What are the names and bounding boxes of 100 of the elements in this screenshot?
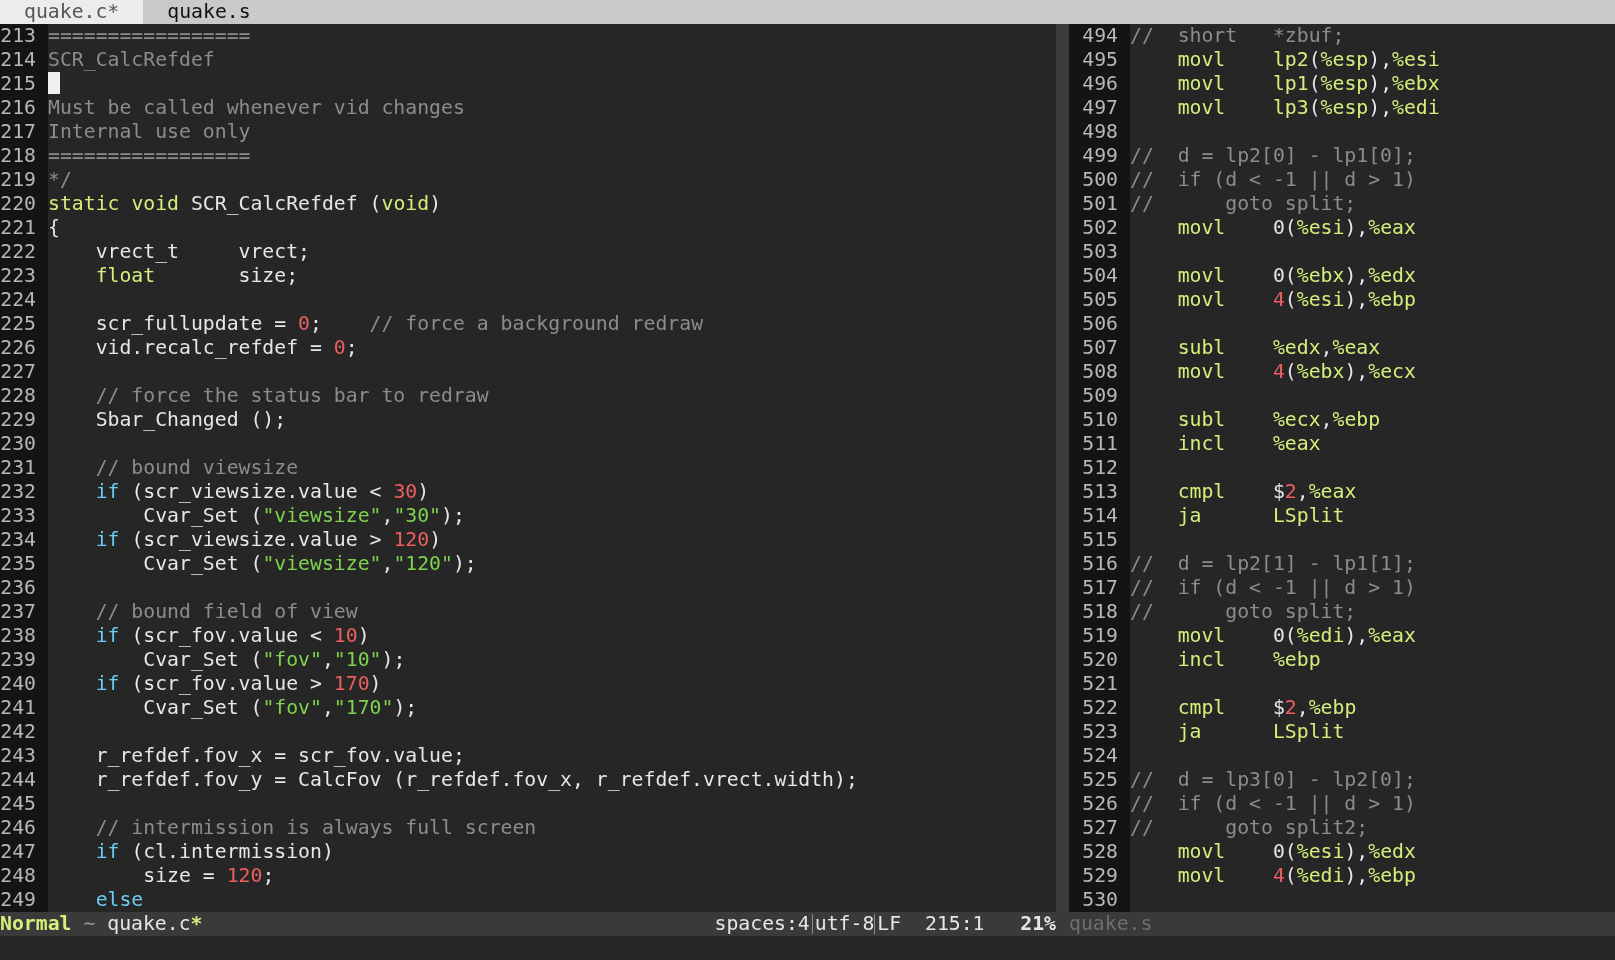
code-line: // bound field of view: [94, 600, 358, 624]
code-line: // force the status bar to redraw: [94, 384, 489, 408]
line-number: 508: [1069, 360, 1130, 384]
line-number: 222: [0, 240, 48, 264]
code-line: vid.recalc_refdef = 0;: [94, 336, 358, 360]
line-number: 227: [0, 360, 48, 384]
line-number: 511: [1069, 432, 1130, 456]
code-line: // d = lp2[0] - lp1[0];: [1130, 144, 1416, 168]
line-number: 229: [0, 408, 48, 432]
line-number: 242: [0, 720, 48, 744]
line-number: 518: [1069, 600, 1130, 624]
mode-indicator: Normal: [0, 912, 72, 936]
code-line: static void SCR_CalcRefdef (void): [48, 192, 442, 216]
line-number: 525: [1069, 768, 1130, 792]
code-line: subl %ecx,%ebp: [1176, 408, 1381, 432]
line-number: 233: [0, 504, 48, 528]
file-tab[interactable]: quake.s: [143, 0, 275, 24]
line-number: 236: [0, 576, 48, 600]
code-line: ja LSplit: [1176, 504, 1345, 528]
code-line: // bound viewsize: [94, 456, 299, 480]
code-line: movl lp1(%esp),%ebx: [1176, 72, 1440, 96]
line-number: 520: [1069, 648, 1130, 672]
line-number: 232: [0, 480, 48, 504]
code-line: movl lp3(%esp),%edi: [1176, 96, 1440, 120]
code-line: // goto split2;: [1130, 816, 1369, 840]
code-line: if (scr_fov.value > 170): [94, 672, 382, 696]
line-number: 506: [1069, 312, 1130, 336]
line-number: 502: [1069, 216, 1130, 240]
code-line: movl 4(%esi),%ebp: [1176, 288, 1416, 312]
line-number: 524: [1069, 744, 1130, 768]
code-line: // goto split;: [1130, 192, 1357, 216]
code-line: cmpl $2,%eax: [1176, 480, 1357, 504]
code-line: =================: [48, 144, 251, 168]
code-line: scr_fullupdate = 0; // force a background redraw: [94, 312, 704, 336]
line-number: 234: [0, 528, 48, 552]
line-number: 519: [1069, 624, 1130, 648]
code-line: movl 0(%ebx),%edx: [1176, 264, 1416, 288]
line-number: 223: [0, 264, 48, 288]
code-line: Must be called whenever vid changes: [48, 96, 465, 120]
line-number: 244: [0, 768, 48, 792]
code-line: movl lp2(%esp),%esi: [1176, 48, 1440, 72]
line-number: 499: [1069, 144, 1130, 168]
file-tab[interactable]: quake.c*: [0, 0, 144, 24]
file-name: quake.c: [107, 912, 191, 936]
code-line: float size;: [94, 264, 299, 288]
code-line: movl 4(%ebx),%ecx: [1176, 360, 1416, 384]
code-line: else: [94, 888, 144, 912]
code-line: incl %eax: [1176, 432, 1321, 456]
code-line: subl %edx,%eax: [1176, 336, 1381, 360]
line-number: 248: [0, 864, 48, 888]
code-line: Cvar_Set ("viewsize","30");: [142, 504, 465, 528]
line-number: 238: [0, 624, 48, 648]
line-number: 496: [1069, 72, 1130, 96]
line-number: 505: [1069, 288, 1130, 312]
line-number: 240: [0, 672, 48, 696]
line-number: 247: [0, 840, 48, 864]
line-number: 217: [0, 120, 48, 144]
code-line: ja LSplit: [1176, 720, 1345, 744]
code-line: // if (d < -1 || d > 1): [1130, 792, 1416, 816]
line-number: 237: [0, 600, 48, 624]
code-line: // d = lp2[1] - lp1[1];: [1130, 552, 1416, 576]
line-number: 218: [0, 144, 48, 168]
line-number: 226: [0, 336, 48, 360]
code-line: =================: [48, 24, 251, 48]
modified-mark: *: [190, 912, 203, 936]
line-number: 228: [0, 384, 48, 408]
line-number: 243: [0, 744, 48, 768]
code-line: // intermission is always full screen: [94, 816, 537, 840]
line-number: 215: [0, 72, 48, 96]
line-number: 504: [1069, 264, 1130, 288]
code-line: Internal use only: [48, 120, 251, 144]
code-line: */: [48, 168, 72, 192]
code-line: if (scr_fov.value < 10): [94, 624, 370, 648]
line-number: 503: [1069, 240, 1130, 264]
line-number: 241: [0, 696, 48, 720]
line-number: 526: [1069, 792, 1130, 816]
line-number: 239: [0, 648, 48, 672]
line-number: 245: [0, 792, 48, 816]
line-number: 498: [1069, 120, 1130, 144]
line-number: 225: [0, 312, 48, 336]
line-number: 246: [0, 816, 48, 840]
line-number: 235: [0, 552, 48, 576]
line-number: 497: [1069, 96, 1130, 120]
line-number: 522: [1069, 696, 1130, 720]
line-number: 512: [1069, 456, 1130, 480]
line-number: 494: [1069, 24, 1130, 48]
line-number: 214: [0, 48, 48, 72]
code-line: Cvar_Set ("fov","10");: [142, 648, 406, 672]
code-line: r_refdef.fov_y = CalcFov (r_refdef.fov_x, r_refdef.vrect.width);: [94, 768, 858, 792]
line-number: 514: [1069, 504, 1130, 528]
code-line: if (cl.intermission): [94, 840, 334, 864]
code-line: vrect_t vrect;: [94, 240, 310, 264]
line-number: 527: [1069, 816, 1130, 840]
line-number: 500: [1069, 168, 1130, 192]
line-number: 231: [0, 456, 48, 480]
line-number: 529: [1069, 864, 1130, 888]
indent-setting: spaces:4: [714, 914, 811, 934]
cursor-position: 215:1: [923, 912, 985, 936]
line-number: 216: [0, 96, 48, 120]
code-line: Sbar_Changed ();: [94, 408, 287, 432]
